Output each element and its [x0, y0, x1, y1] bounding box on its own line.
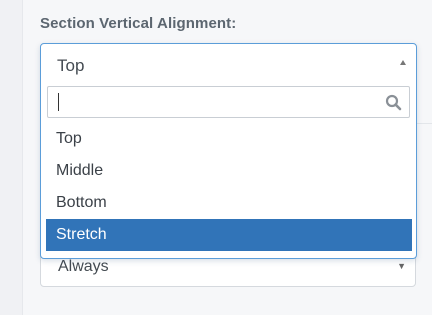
text-caret	[58, 93, 59, 111]
dropdown-option-top[interactable]: Top	[46, 123, 412, 155]
dropdown-options-list: Top Middle Bottom Stretch	[46, 123, 412, 251]
dropdown-option-bottom[interactable]: Bottom	[46, 187, 412, 219]
dropdown-search-input[interactable]	[49, 88, 387, 116]
left-sidebar-strip	[0, 0, 23, 315]
visibility-select-value: Always	[58, 258, 109, 275]
settings-panel: Section Vertical Alignment: Always ▼ Top…	[0, 0, 432, 315]
panel-divider	[417, 123, 432, 124]
dropdown-search-box[interactable]	[47, 86, 410, 118]
chevron-down-icon: ▼	[397, 261, 406, 271]
chevron-up-icon	[400, 60, 406, 65]
vertical-alignment-select-value: Top	[57, 56, 85, 75]
search-icon	[385, 94, 402, 111]
section-vertical-alignment-label: Section Vertical Alignment:	[40, 15, 237, 32]
dropdown-option-middle[interactable]: Middle	[46, 155, 412, 187]
dropdown-option-stretch[interactable]: Stretch	[46, 219, 412, 251]
vertical-alignment-select[interactable]: Top Top Middle Bottom Stretch	[40, 43, 417, 259]
